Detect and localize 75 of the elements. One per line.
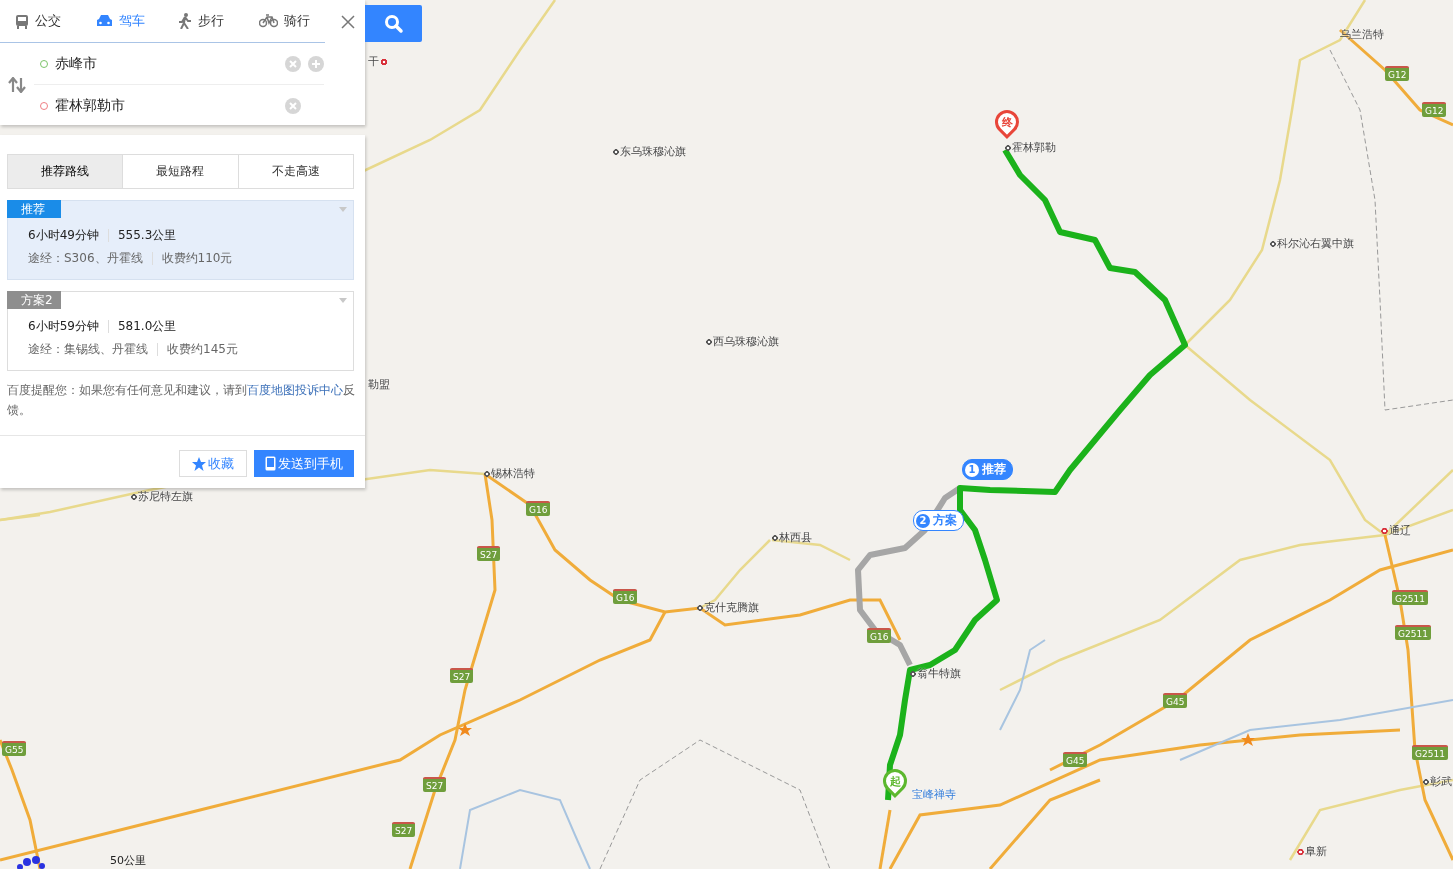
place-label: 翁牛特旗 [910,666,961,682]
bicycle-icon [258,14,278,28]
clear-icon[interactable] [285,97,301,114]
place-label: 勒盟 [368,377,390,393]
highway-shield: G12 [1385,66,1410,81]
place-label: 通辽 [1381,523,1411,539]
route-badge: 方案2 [7,291,61,309]
highway-shield: G2511 [1412,745,1448,760]
location-input[interactable]: 霍林郭勒市 [55,97,278,114]
paw-icon [17,856,45,869]
place-label: 克什克腾旗 [697,600,759,616]
complaint-center-link[interactable]: 百度地图投诉中心 [247,383,343,397]
favorite-button[interactable]: 收藏 [179,450,247,477]
highway-shield: G55 [2,741,27,756]
highway-shield: G16 [867,628,892,643]
close-icon [341,15,355,29]
highway-shield: G45 [1063,752,1088,767]
dropdown-caret-icon[interactable] [339,298,347,303]
highway-shield: S27 [477,546,501,561]
place-label: 宝峰禅寺 [912,787,956,803]
search-button[interactable] [365,5,422,42]
highway-shield: G45 [1163,693,1188,708]
star-icon [1241,733,1255,746]
place-label: 科尔沁右翼中旗 [1270,236,1354,252]
highway-shield: S27 [450,668,474,683]
place-label: 干 [368,54,388,70]
car-icon [96,14,114,28]
route-marker[interactable]: 1 推荐 [962,459,1013,480]
send-to-phone-button[interactable]: 发送到手机 [254,450,354,477]
route-option-card[interactable]: 推荐 6小时49分钟 555.3公里 途经：S306、丹霍线 收费约110元 [7,200,354,280]
walking-person-icon [177,13,192,29]
place-label: 东乌珠穆沁旗 [613,144,686,160]
route-distance: 581.0公里 [117,318,177,335]
route-distance: 555.3公里 [117,227,177,244]
mode-tab[interactable]: 骑行 [243,0,325,42]
bus-icon [15,13,29,29]
search-icon [383,13,404,34]
scale-label: 50公里 [110,853,146,868]
clear-icon[interactable] [285,55,301,72]
place-label: 彰武 [1423,774,1452,790]
highway-shield: G16 [613,589,638,604]
dropdown-caret-icon[interactable] [339,207,347,212]
place-label: 乌兰浩特 [1340,27,1384,43]
route-marker[interactable]: 2 方案 [913,510,964,531]
highway-shield: G12 [1422,102,1447,117]
route-duration: 6小时49分钟 [28,227,99,244]
place-label: 霍林郭勒 [1005,140,1056,156]
place-label: 锡林浩特 [484,466,535,482]
highway-shield: G16 [526,501,551,516]
highway-shield: G2511 [1395,625,1431,640]
star-icon [192,456,206,471]
star-icon [458,723,472,736]
mode-tab[interactable]: 步行 [162,0,244,42]
route-badge: 推荐 [7,200,61,218]
feedback-notice: 百度提醒您：如果您有任何意见和建议，请到百度地图投诉中心反馈。 [7,382,356,419]
place-label: 林西县 [772,530,812,546]
phone-icon [265,456,276,471]
route-duration: 6小时59分钟 [28,318,99,335]
route-toll: 收费约145元 [167,341,238,358]
route-via: 途经：S306、丹霍线 [28,250,143,267]
highway-shield: S27 [423,777,447,792]
swap-icon[interactable] [8,76,26,93]
route-via: 途经：集锡线、丹霍线 [28,341,148,358]
route-option-card[interactable]: 方案2 6小时59分钟 581.0公里 途经：集锡线、丹霍线 收费约145元 [7,291,354,371]
mode-tab[interactable]: 驾车 [81,0,163,42]
place-label: 西乌珠穆沁旗 [706,334,779,350]
place-label: 阜新 [1297,844,1327,860]
mode-tab[interactable]: 公交 [0,0,82,42]
route-option-tab[interactable]: 推荐路线 [8,155,124,188]
route-toll: 收费约110元 [161,250,233,267]
highway-shield: G2511 [1392,590,1428,605]
place-label: 苏尼特左旗 [131,489,193,505]
highway-shield: S27 [392,822,416,837]
location-input[interactable]: 赤峰市 [55,55,278,72]
add-icon[interactable] [308,55,324,72]
